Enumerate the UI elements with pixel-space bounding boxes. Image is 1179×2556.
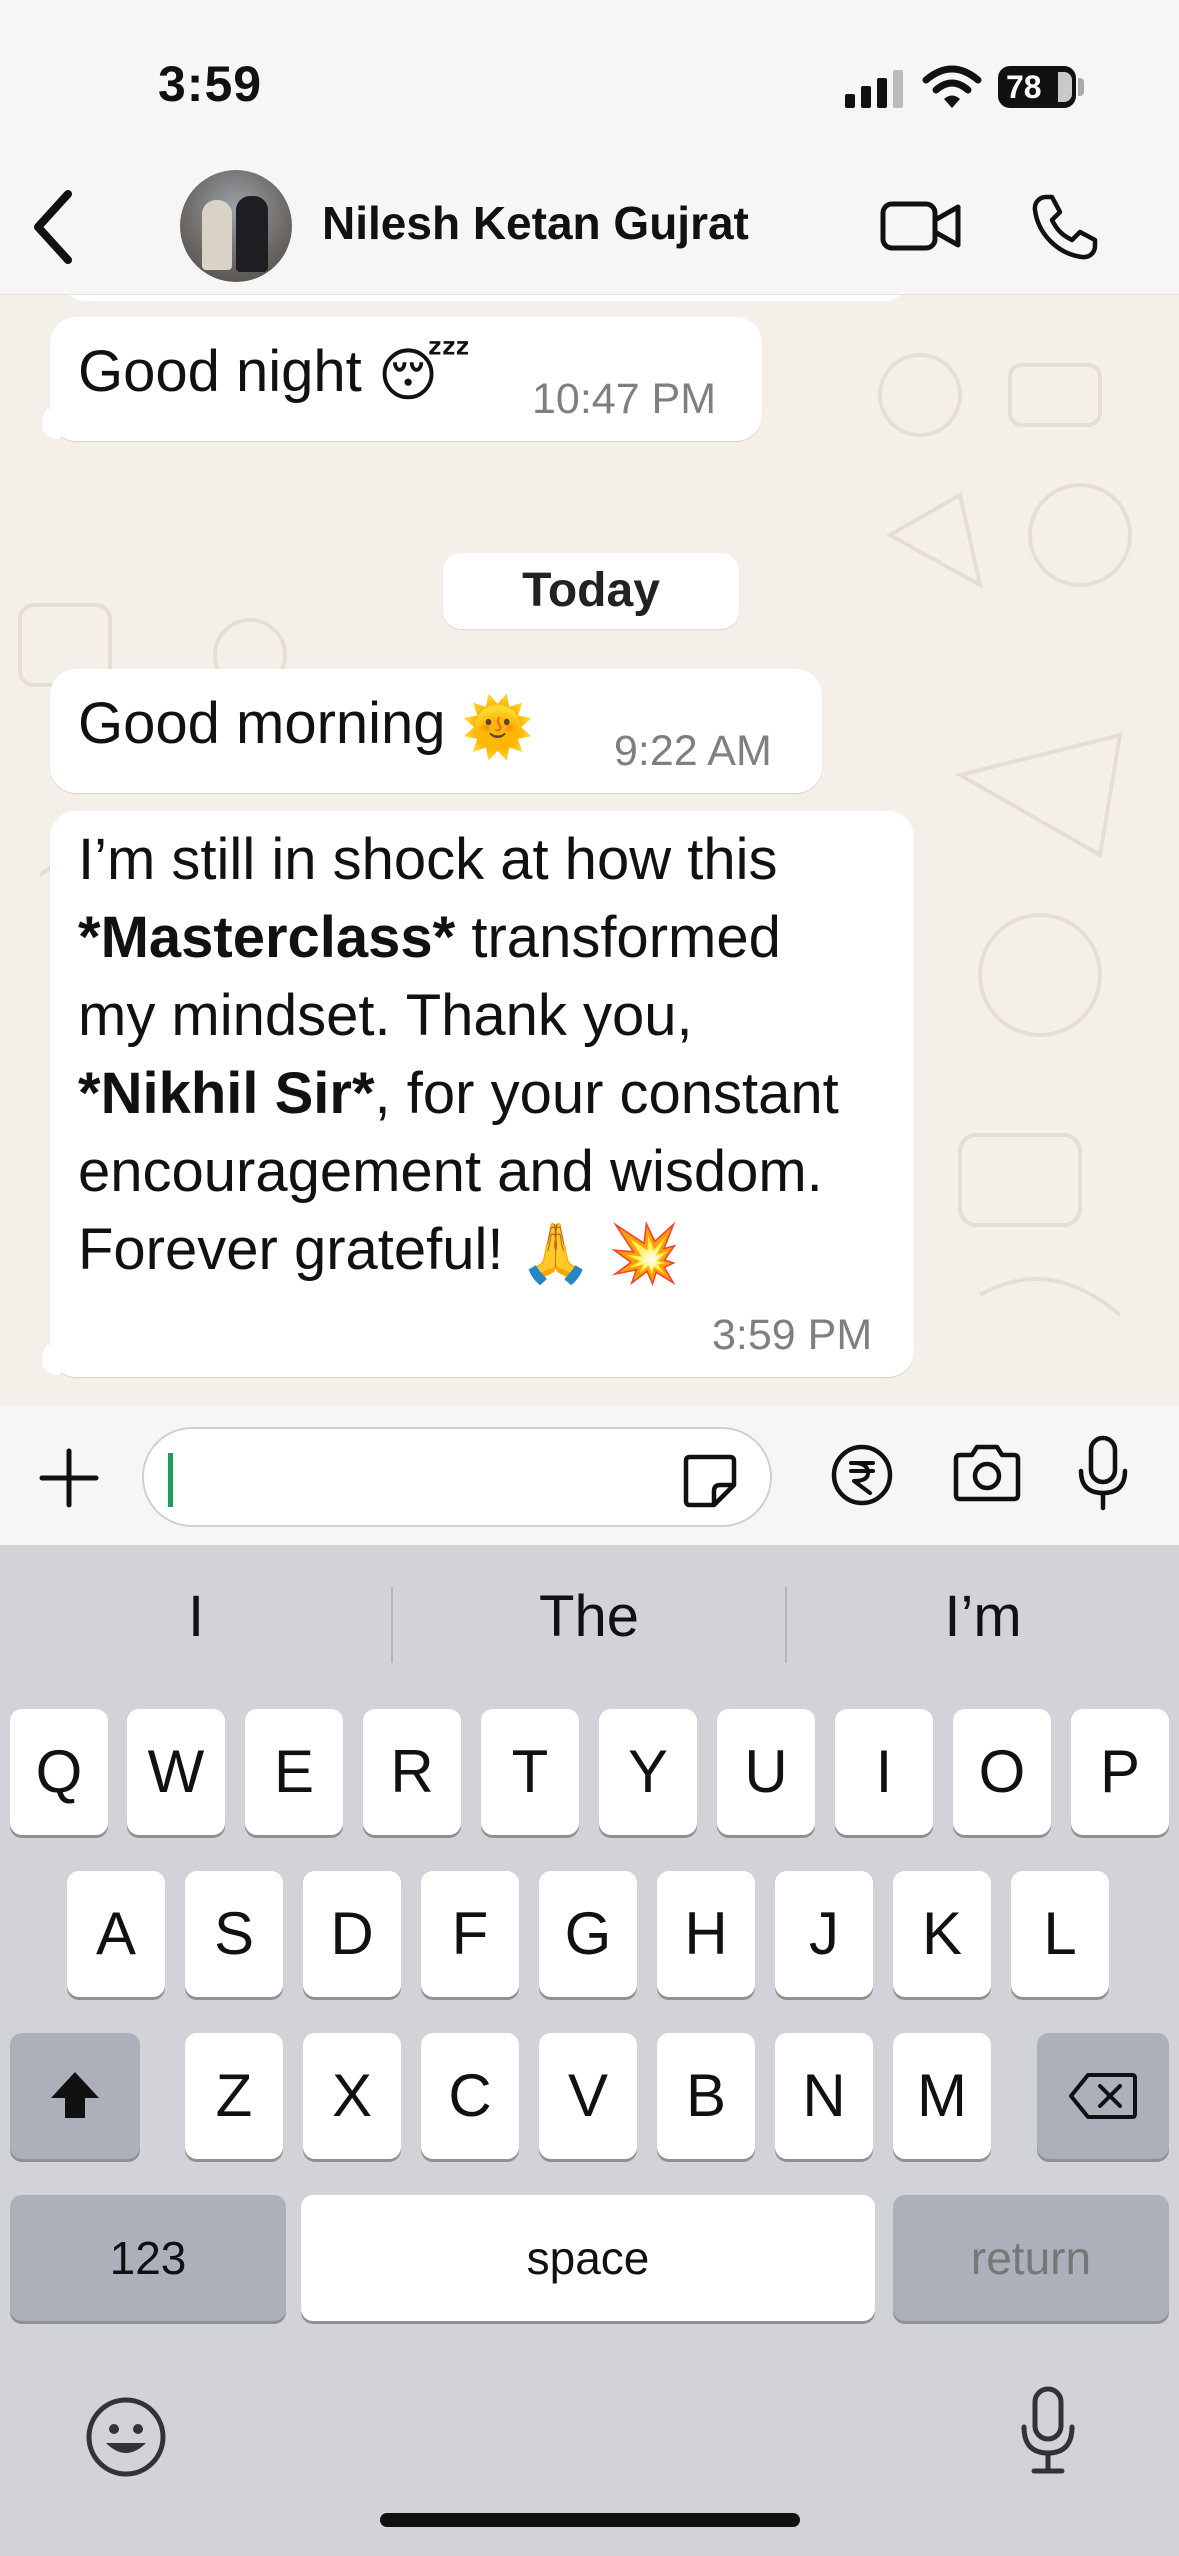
key[interactable]: F	[421, 1871, 519, 1997]
status-bar: 3:59 78	[0, 0, 1179, 160]
key[interactable]: P	[1071, 1709, 1169, 1835]
delete-key[interactable]	[1037, 2033, 1169, 2159]
key[interactable]: V	[539, 2033, 637, 2159]
camera-icon[interactable]	[950, 1443, 1024, 1503]
key[interactable]: Y	[599, 1709, 697, 1835]
key[interactable]: A	[67, 1871, 165, 1997]
key[interactable]: O	[953, 1709, 1051, 1835]
plus-icon[interactable]	[38, 1447, 100, 1509]
chat-header: Nilesh Ketan Gujrat	[0, 160, 1179, 295]
battery-level: 78	[1006, 69, 1042, 105]
battery-indicator: 78	[998, 66, 1076, 108]
shift-key[interactable]	[10, 2033, 140, 2159]
message-text: Good morning 🌞	[78, 685, 534, 767]
message-time: 9:22 AM	[614, 727, 772, 775]
phone-icon[interactable]	[1030, 192, 1100, 262]
contact-name[interactable]: Nilesh Ketan Gujrat	[322, 196, 749, 250]
message-time: 10:47 PM	[532, 375, 717, 423]
key[interactable]: W	[127, 1709, 225, 1835]
microphone-icon[interactable]	[1076, 1435, 1130, 1511]
suggestion-3[interactable]: I’m	[787, 1583, 1179, 1650]
message-bubble[interactable]: Good night 😴 10:47 PM	[29, 317, 762, 441]
message-text: Good night 😴	[78, 333, 471, 415]
date-separator: Today	[443, 553, 739, 629]
key[interactable]: E	[245, 1709, 343, 1835]
space-key[interactable]: space	[301, 2195, 875, 2321]
cellular-signal-icon	[845, 70, 903, 108]
wallpaper-doodle	[878, 353, 1132, 589]
message-bubble[interactable]: Good morning 🌞 9:22 AM	[50, 669, 822, 793]
key[interactable]: B	[657, 2033, 755, 2159]
keyboard-microphone-icon[interactable]	[1018, 2385, 1078, 2475]
rupee-icon[interactable]	[830, 1443, 894, 1507]
key[interactable]: K	[893, 1871, 991, 1997]
suggestion-2[interactable]: The	[393, 1583, 785, 1650]
key[interactable]: T	[481, 1709, 579, 1835]
folded-hands-emoji: 🙏 💥	[519, 1220, 681, 1286]
key[interactable]: C	[421, 2033, 519, 2159]
chevron-left-icon[interactable]	[20, 182, 90, 272]
status-time: 3:59	[158, 56, 263, 112]
key[interactable]: N	[775, 2033, 873, 2159]
key[interactable]: R	[363, 1709, 461, 1835]
previous-message-bubble-edge	[60, 295, 910, 301]
keyboard: I The I’m Q W E R T Y U I O P A S D F G …	[0, 1545, 1179, 2556]
message-bubble[interactable]: I’m still in shock at how this *Mastercl…	[29, 811, 914, 1377]
message-input[interactable]	[142, 1427, 772, 1527]
key[interactable]: M	[893, 2033, 991, 2159]
suggestion-1[interactable]: I	[0, 1583, 392, 1650]
key[interactable]: Q	[10, 1709, 108, 1835]
sun-face-emoji: 🌞	[461, 694, 534, 760]
key[interactable]: I	[835, 1709, 933, 1835]
battery-cap	[1078, 78, 1084, 96]
wallpaper-doodle	[954, 732, 1123, 1317]
video-camera-icon[interactable]	[880, 198, 962, 254]
home-indicator[interactable]	[380, 2513, 800, 2527]
sleeping-face-emoji: 😴	[377, 342, 471, 408]
key[interactable]: D	[303, 1871, 401, 1997]
key[interactable]: G	[539, 1871, 637, 1997]
numbers-key[interactable]: 123	[10, 2195, 286, 2321]
shift-icon	[51, 2072, 99, 2118]
predictive-bar: I The I’m	[0, 1545, 1179, 1705]
message-text: I’m still in shock at how this *Mastercl…	[78, 821, 839, 1293]
avatar[interactable]	[180, 170, 292, 282]
message-input-bar	[0, 1405, 1179, 1545]
key[interactable]: H	[657, 1871, 755, 1997]
key[interactable]: U	[717, 1709, 815, 1835]
text-caret	[168, 1453, 173, 1507]
backspace-icon	[1069, 2073, 1137, 2119]
wifi-icon	[922, 65, 982, 108]
key[interactable]: X	[303, 2033, 401, 2159]
sticker-icon[interactable]	[680, 1451, 740, 1511]
date-separator-label: Today	[522, 564, 660, 617]
key[interactable]: Z	[185, 2033, 283, 2159]
chat-area[interactable]: Good night 😴 10:47 PM Today Good morning…	[0, 295, 1179, 1405]
key[interactable]: L	[1011, 1871, 1109, 1997]
key[interactable]: S	[185, 1871, 283, 1997]
message-time: 3:59 PM	[712, 1311, 873, 1359]
return-key[interactable]: return	[893, 2195, 1169, 2321]
emoji-icon[interactable]	[84, 2395, 168, 2479]
key[interactable]: J	[775, 1871, 873, 1997]
